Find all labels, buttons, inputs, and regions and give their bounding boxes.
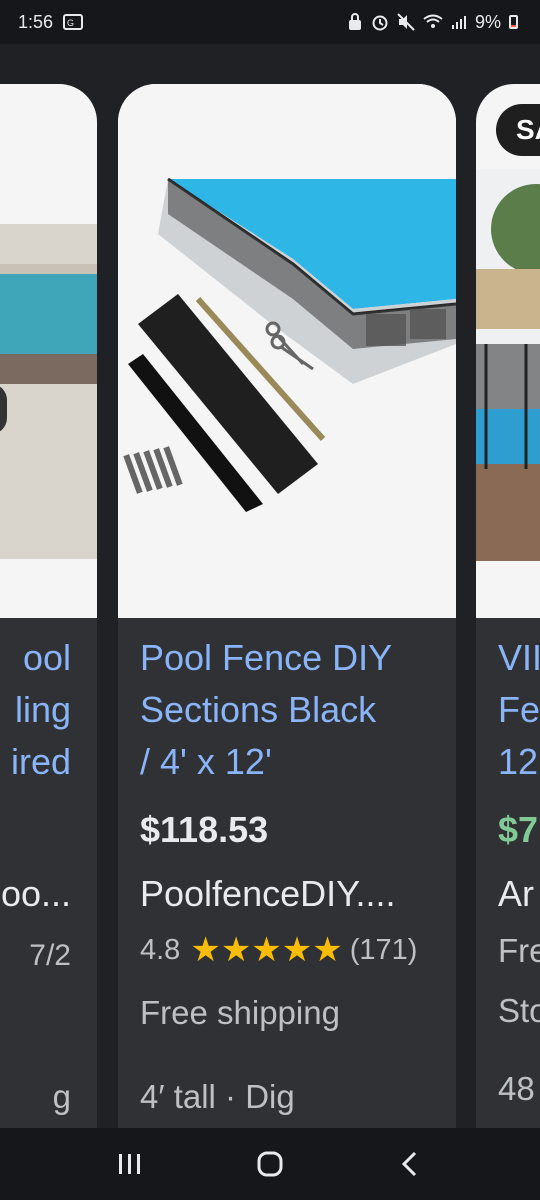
pool-fence-product-photo: [118, 84, 456, 618]
notification-icon: G: [63, 14, 84, 30]
attribute-fragment: 48: [498, 1070, 535, 1107]
product-title-line-3[interactable]: / 4' x 12': [140, 736, 456, 788]
mute-icon: [397, 13, 415, 31]
signal-icon: [451, 14, 467, 30]
star-rating: ★ ★ ★ ★ ★: [190, 930, 343, 970]
product-title-line-1[interactable]: VII: [498, 632, 540, 684]
attribute-fragment: g: [52, 1078, 71, 1115]
seller-name: oo...: [0, 873, 71, 914]
product-price: $7: [498, 809, 539, 850]
product-title-line-1[interactable]: Pool Fence DIY: [140, 632, 456, 684]
home-icon: [257, 1151, 283, 1177]
star-icon: ★: [251, 931, 282, 969]
home-button[interactable]: [240, 1134, 300, 1194]
seller-name: PoolfenceDIY....: [140, 873, 396, 914]
product-info-right: VII Fe 12l $7 Ar Fre Sto 48: [498, 632, 540, 1110]
review-count: (171): [349, 933, 418, 966]
product-info: Pool Fence DIY Sections Black / 4' x 12'…: [140, 632, 456, 1118]
battery-icon: [509, 15, 518, 29]
product-attribute: 4′ tall · Dig: [140, 1078, 295, 1115]
wifi-icon: [423, 14, 443, 30]
product-info-left: ool ling ired oo... 7/2 g: [1, 632, 71, 1118]
lock-icon: [347, 13, 363, 31]
product-title-line-2[interactable]: Fe: [498, 684, 540, 736]
alarm-icon: [371, 13, 389, 31]
status-left: 1:56 G: [18, 11, 84, 33]
rating-value: 4.8: [140, 933, 181, 966]
shipping-info: Free shipping: [140, 994, 340, 1031]
stock-info: Sto: [498, 992, 540, 1029]
product-title-line-1[interactable]: ool: [1, 632, 71, 684]
product-image-right[interactable]: [476, 84, 540, 618]
product-title-line-3[interactable]: 12l: [498, 736, 540, 788]
status-bar: 1:56 G 9%: [0, 0, 540, 44]
product-title-line-2[interactable]: Sections Black: [140, 684, 456, 736]
pool-photo-left: [0, 224, 97, 559]
recent-apps-button[interactable]: [100, 1134, 160, 1194]
status-right: 9%: [347, 12, 518, 33]
product-card-left[interactable]: ool ling ired oo... 7/2 g: [0, 84, 97, 1128]
product-title-line-3[interactable]: ired: [1, 736, 71, 788]
recent-apps-icon: [119, 1154, 140, 1174]
seller-name: Ar: [498, 873, 534, 914]
svg-text:G: G: [67, 18, 74, 28]
rating-row: 4.8 ★ ★ ★ ★ ★ (171): [140, 930, 456, 970]
star-icon: ★: [312, 931, 343, 969]
product-card-right[interactable]: SA VII Fe 12l $7 Ar Fre Sto 48: [476, 84, 540, 1128]
sale-badge: SA: [496, 104, 540, 156]
back-button[interactable]: [380, 1134, 440, 1194]
rating-fragment: 7/2: [29, 939, 71, 972]
back-chevron-icon: [401, 1151, 417, 1177]
star-icon: ★: [281, 931, 313, 969]
product-carousel[interactable]: ool ling ired oo... 7/2 g Pool Fence DIY…: [0, 44, 540, 1128]
product-image[interactable]: [118, 84, 456, 618]
star-icon: ★: [220, 931, 252, 969]
navigation-bar: [0, 1128, 540, 1200]
battery-percent: 9%: [474, 11, 501, 32]
product-image-left[interactable]: [0, 84, 97, 618]
product-title-line-2[interactable]: ling: [1, 684, 71, 736]
star-icon: ★: [190, 931, 221, 969]
pool-photo-right: [476, 169, 540, 561]
product-price: $118.53: [140, 809, 269, 850]
product-card-pool-fence[interactable]: Pool Fence DIY Sections Black / 4' x 12'…: [118, 84, 456, 1128]
status-time: 1:56: [18, 11, 54, 32]
shipping-info: Fre: [498, 932, 540, 969]
